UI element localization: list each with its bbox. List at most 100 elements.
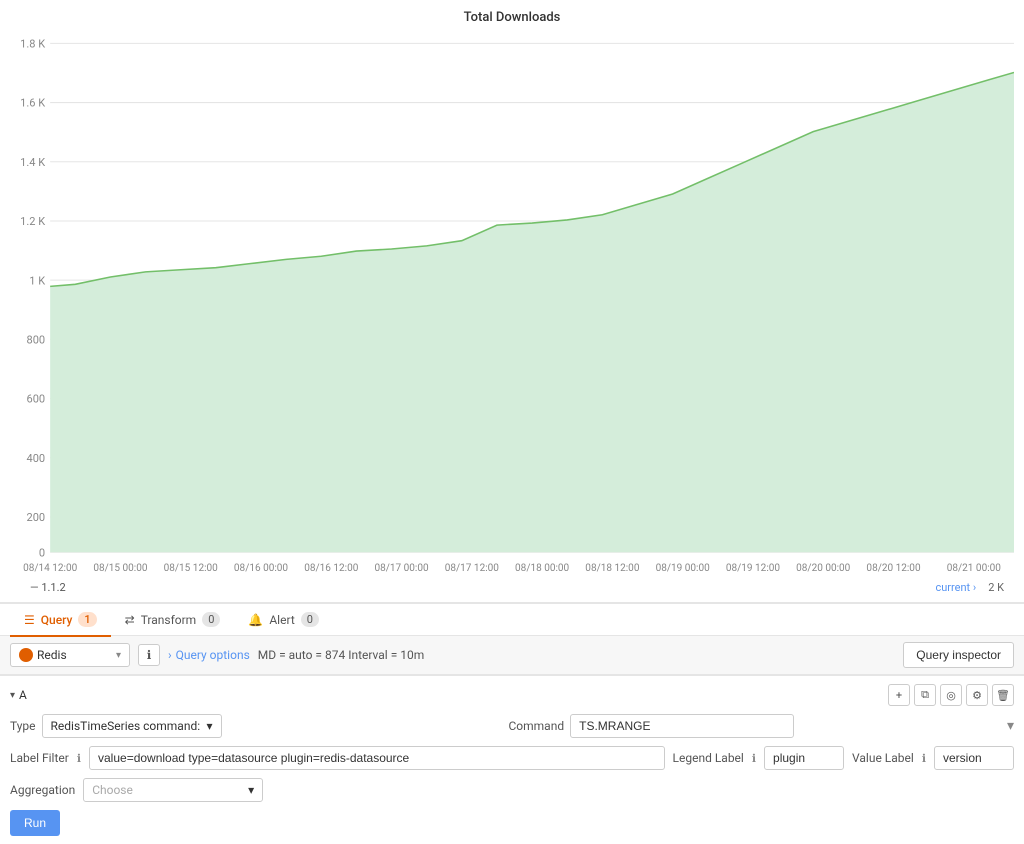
- command-expand-icon: ▾: [1007, 718, 1014, 734]
- chevron-down-icon: ▾: [207, 719, 213, 733]
- svg-text:08/14 12:00: 08/14 12:00: [23, 563, 77, 573]
- svg-text:1.6 K: 1.6 K: [20, 97, 46, 110]
- type-field-group: Type RedisTimeSeries command: ▾: [10, 714, 500, 738]
- trash-icon: 🗑: [996, 689, 1010, 702]
- svg-text:08/16 12:00: 08/16 12:00: [304, 563, 358, 573]
- svg-text:08/17 00:00: 08/17 00:00: [374, 563, 428, 573]
- plus-icon: +: [896, 689, 902, 702]
- svg-text:08/18 12:00: 08/18 12:00: [585, 563, 639, 573]
- svg-text:08/17 12:00: 08/17 12:00: [445, 563, 499, 573]
- aggregation-row: Aggregation Choose ▾: [10, 778, 1014, 802]
- type-label: Type: [10, 719, 36, 733]
- aggregation-label: Aggregation: [10, 783, 75, 797]
- transform-icon: ⇄: [125, 613, 135, 627]
- tab-alert[interactable]: 🔔 Alert 0: [234, 604, 333, 637]
- tab-query-badge: 1: [78, 612, 96, 627]
- tab-alert-label: Alert: [269, 613, 294, 627]
- legend-input[interactable]: [764, 746, 844, 770]
- aggregation-select[interactable]: Choose ▾: [83, 778, 263, 802]
- query-options-detail: MD = auto = 874 Interval = 10m: [258, 648, 425, 662]
- chart-title: Total Downloads: [10, 10, 1014, 25]
- query-icon: ☰: [24, 613, 35, 627]
- info-icon: ℹ: [147, 648, 152, 662]
- version-tag: — 1.1.2: [20, 577, 66, 598]
- query-panel-header: ▾ A + ⧉ ◎ ⚙ 🗑: [10, 684, 1014, 706]
- type-value: RedisTimeSeries command:: [51, 719, 201, 733]
- value-input[interactable]: [934, 746, 1014, 770]
- section-name: A: [19, 688, 27, 702]
- svg-text:08/21 00:00: 08/21 00:00: [947, 563, 1001, 573]
- tabs-bar: ☰ Query 1 ⇄ Transform 0 🔔 Alert 0: [0, 602, 1024, 635]
- current-link[interactable]: current ›: [935, 581, 976, 594]
- label-filter-row: Label Filter ℹ Legend Label ℹ Value Labe…: [10, 746, 1014, 770]
- tab-query-label: Query: [41, 613, 73, 627]
- chart-svg: 0 200 400 600 800 1 K 1.2 K 1.4 K 1.6 K …: [10, 33, 1014, 573]
- info-button[interactable]: ℹ: [138, 644, 160, 666]
- tab-transform-badge: 0: [202, 612, 220, 627]
- type-command-row: Type RedisTimeSeries command: ▾ Command …: [10, 714, 1014, 738]
- type-select[interactable]: RedisTimeSeries command: ▾: [42, 714, 222, 738]
- delete-button[interactable]: 🗑: [992, 684, 1014, 706]
- datasource-name: Redis: [37, 648, 67, 662]
- command-field-group: Command: [508, 714, 998, 738]
- svg-text:1.4 K: 1.4 K: [20, 156, 46, 169]
- chevron-down-icon: ▾: [248, 783, 254, 797]
- copy-button[interactable]: ⧉: [914, 684, 936, 706]
- svg-text:08/20 12:00: 08/20 12:00: [866, 563, 920, 573]
- expand-button[interactable]: ▾: [10, 690, 15, 701]
- panel-actions: + ⧉ ◎ ⚙ 🗑: [888, 684, 1014, 706]
- gear-icon: ⚙: [972, 689, 982, 702]
- run-button[interactable]: Run: [10, 810, 60, 836]
- svg-text:1 K: 1 K: [29, 274, 46, 287]
- label-filter-input[interactable]: [89, 746, 665, 770]
- svg-text:200: 200: [27, 511, 46, 524]
- datasource-select[interactable]: Redis ▾: [10, 643, 130, 667]
- chart-area: 0 200 400 600 800 1 K 1.2 K 1.4 K 1.6 K …: [10, 33, 1014, 573]
- legend-label-label: Legend Label: [673, 751, 744, 765]
- chevron-right-icon: ›: [168, 648, 172, 662]
- max-value: 2 K: [988, 581, 1004, 594]
- chevron-down-icon: ▾: [116, 650, 121, 661]
- command-label: Command: [508, 719, 564, 733]
- eye-button[interactable]: ◎: [940, 684, 962, 706]
- query-panel: ▾ A + ⧉ ◎ ⚙ 🗑 Type RedisT: [0, 675, 1024, 844]
- aggregation-placeholder: Choose: [92, 783, 133, 797]
- svg-text:1.8 K: 1.8 K: [20, 37, 46, 50]
- label-filter-label: Label Filter: [10, 751, 69, 765]
- tab-transform-label: Transform: [141, 613, 197, 627]
- chevron-down-icon: ▾: [10, 690, 15, 701]
- svg-text:08/15 12:00: 08/15 12:00: [164, 563, 218, 573]
- eye-icon: ◎: [946, 689, 956, 702]
- svg-text:08/19 12:00: 08/19 12:00: [726, 563, 780, 573]
- legend-info-icon: ℹ: [752, 752, 756, 765]
- query-options-label: Query options: [176, 648, 250, 662]
- chart-container: Total Downloads 0 200 400 600 800 1 K 1.…: [0, 0, 1024, 602]
- svg-text:800: 800: [27, 333, 46, 346]
- tab-alert-badge: 0: [301, 612, 319, 627]
- svg-text:08/18 00:00: 08/18 00:00: [515, 563, 569, 573]
- query-inspector-button[interactable]: Query inspector: [903, 642, 1014, 668]
- command-input[interactable]: [570, 714, 793, 738]
- tab-transform[interactable]: ⇄ Transform 0: [111, 604, 235, 637]
- query-bar: Redis ▾ ℹ › Query options MD = auto = 87…: [0, 635, 1024, 675]
- query-section-label: ▾ A: [10, 688, 27, 702]
- value-info-icon: ℹ: [922, 752, 926, 765]
- svg-text:08/20 00:00: 08/20 00:00: [796, 563, 850, 573]
- query-options-button[interactable]: › Query options: [168, 648, 250, 662]
- label-filter-info-icon: ℹ: [77, 752, 81, 765]
- svg-text:08/19 00:00: 08/19 00:00: [656, 563, 710, 573]
- svg-text:1.2 K: 1.2 K: [20, 215, 46, 228]
- settings-button[interactable]: ⚙: [966, 684, 988, 706]
- alert-icon: 🔔: [248, 613, 263, 627]
- tab-query[interactable]: ☰ Query 1: [10, 604, 111, 637]
- svg-text:08/16 00:00: 08/16 00:00: [234, 563, 288, 573]
- svg-text:08/15 00:00: 08/15 00:00: [93, 563, 147, 573]
- svg-text:0: 0: [39, 546, 45, 559]
- chart-footer: — 1.1.2 current › 2 K: [10, 573, 1014, 602]
- redis-icon: [19, 648, 33, 662]
- svg-text:600: 600: [27, 393, 46, 406]
- svg-text:400: 400: [27, 452, 46, 465]
- copy-icon: ⧉: [921, 688, 929, 702]
- value-label-label: Value Label: [852, 751, 914, 765]
- add-button[interactable]: +: [888, 684, 910, 706]
